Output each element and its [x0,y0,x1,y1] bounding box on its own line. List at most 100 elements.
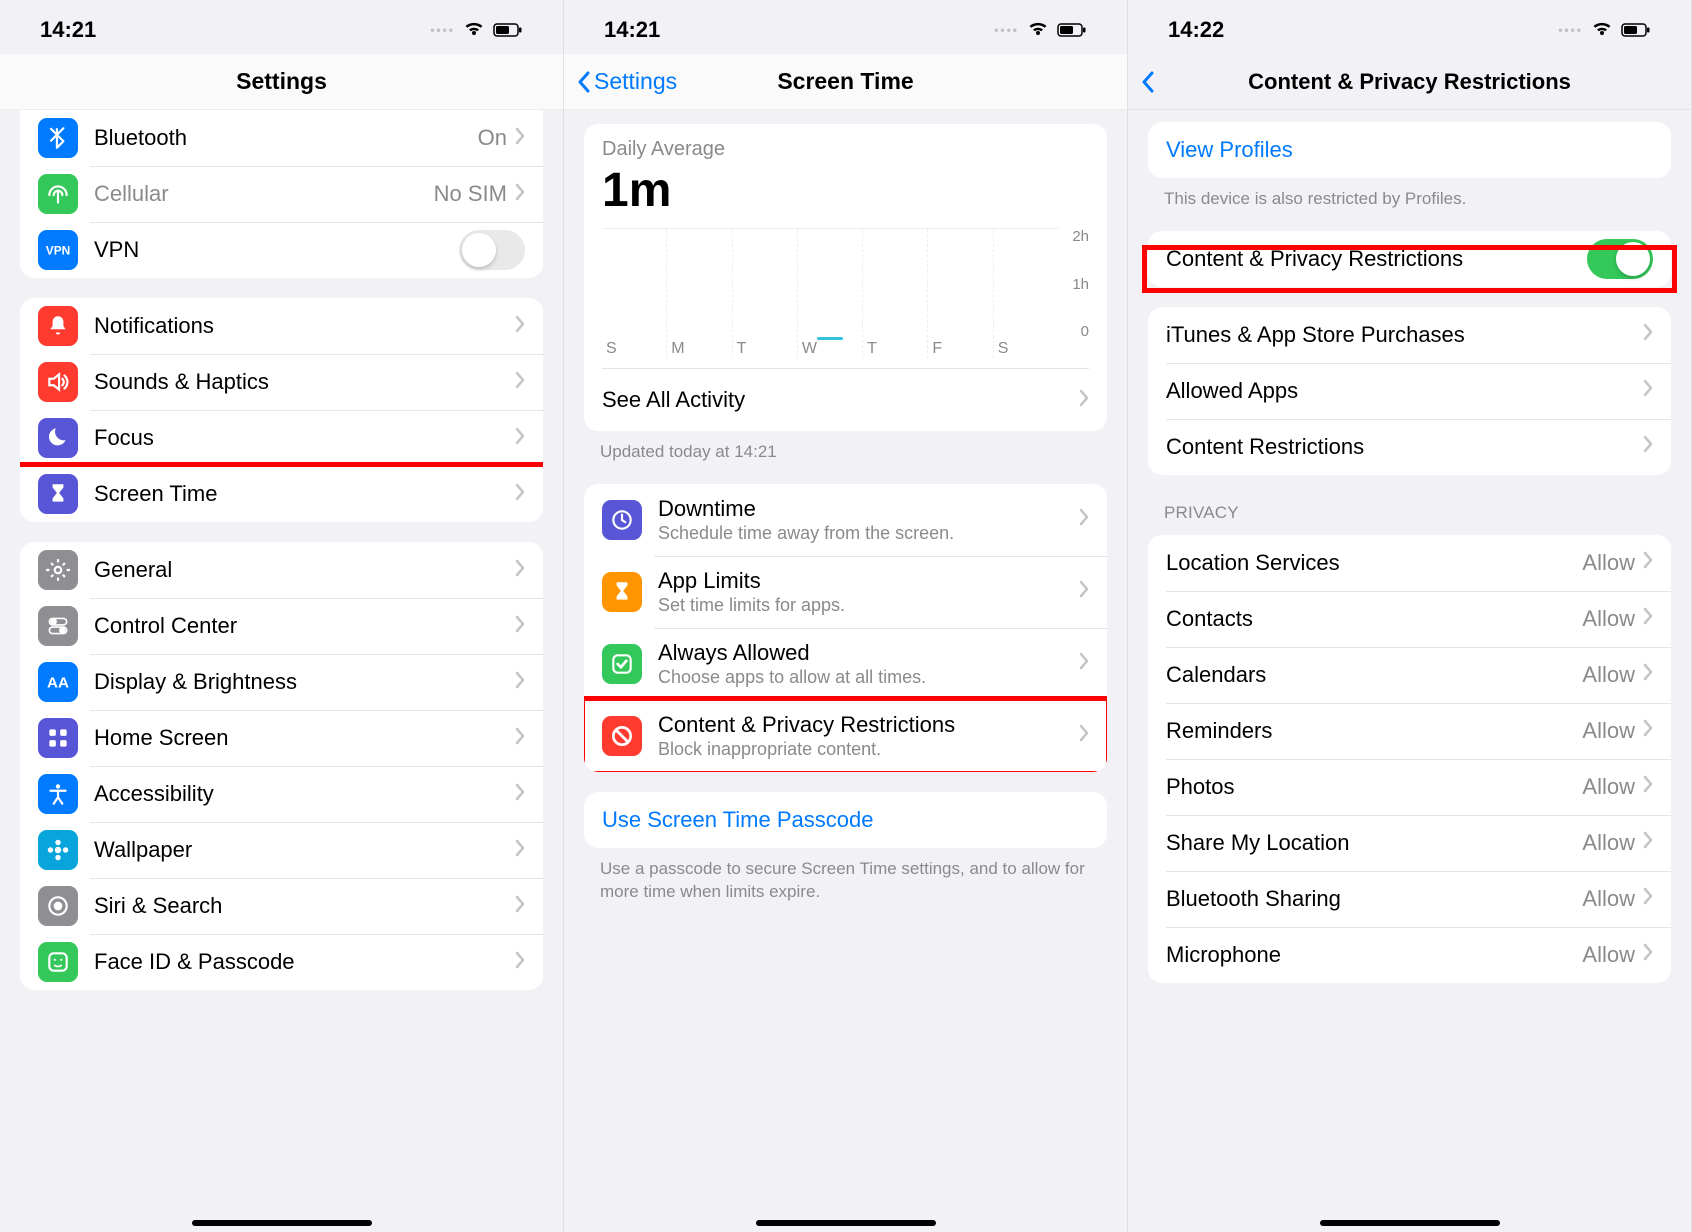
row-sub: Schedule time away from the screen. [658,523,1079,544]
chevron-right-icon [515,615,525,638]
cell-dots-icon: •••• [1558,23,1583,37]
settings-row-sounds-haptics[interactable]: Sounds & Haptics [20,354,543,410]
privacy-row-contacts[interactable]: ContactsAllow [1148,591,1671,647]
profiles-footer: This device is also restricted by Profil… [1164,188,1655,211]
battery-icon [1621,17,1651,43]
home-indicator[interactable] [1320,1220,1500,1226]
see-all-activity-row[interactable]: See All Activity [602,368,1089,431]
wifi-icon [1027,17,1049,43]
row-label: Focus [94,425,515,451]
settings-row-bluetooth[interactable]: BluetoothOn [20,110,543,166]
hourglass-icon [38,474,78,514]
chevron-right-icon [515,127,525,150]
view-profiles-row[interactable]: View Profiles [1148,122,1671,178]
back-button[interactable]: Settings [576,68,677,95]
row-label: iTunes & App Store Purchases [1166,322,1643,348]
home-indicator[interactable] [756,1220,936,1226]
chevron-right-icon [1643,323,1653,346]
settings-row-vpn[interactable]: VPNVPN [20,222,543,278]
settings-row-control-center[interactable]: Control Center [20,598,543,654]
row-label: Microphone [1166,942,1582,968]
nav-bar: Settings Screen Time [564,54,1127,110]
row-detail: Allow [1582,550,1635,576]
row-label: Contacts [1166,606,1582,632]
chart-x-label: T [863,340,928,358]
row-label: Bluetooth [94,125,478,151]
aa-icon: AA [38,662,78,702]
row-label: Share My Location [1166,830,1582,856]
row-content-restrictions[interactable]: Content Restrictions [1148,419,1671,475]
row-label: Siri & Search [94,893,515,919]
chevron-right-icon [1079,508,1089,531]
usage-chart[interactable]: 2h1h0 SMTWTFS [602,228,1089,358]
flower-icon [38,830,78,870]
avg-value: 1m [602,163,1089,218]
chevron-right-icon [515,951,525,974]
row-itunes-app-store-purchases[interactable]: iTunes & App Store Purchases [1148,307,1671,363]
updated-footer: Updated today at 14:21 [600,441,1091,464]
antenna-icon [38,174,78,214]
status-bar: 14:21 •••• [0,0,563,54]
grid-icon [38,718,78,758]
row-label: Downtime [658,496,1079,522]
settings-row-accessibility[interactable]: Accessibility [20,766,543,822]
privacy-row-calendars[interactable]: CalendarsAllow [1148,647,1671,703]
row-sub: Set time limits for apps. [658,595,1079,616]
back-button[interactable] [1140,70,1158,94]
gear-icon [38,550,78,590]
privacy-row-bluetooth-sharing[interactable]: Bluetooth SharingAllow [1148,871,1671,927]
privacy-row-photos[interactable]: PhotosAllow [1148,759,1671,815]
screen-settings: 14:21 •••• Settings BluetoothOnCellularN… [0,0,564,1232]
svg-text:VPN: VPN [46,243,70,257]
row-label: App Limits [658,568,1079,594]
svg-text:AA: AA [47,674,69,691]
chart-x-label: T [733,340,798,358]
settings-row-home-screen[interactable]: Home Screen [20,710,543,766]
row-allowed-apps[interactable]: Allowed Apps [1148,363,1671,419]
feature-row-always-allowed[interactable]: Always AllowedChoose apps to allow at al… [584,628,1107,700]
settings-row-general[interactable]: General [20,542,543,598]
chevron-right-icon [515,315,525,338]
settings-row-notifications[interactable]: Notifications [20,298,543,354]
row-detail: Allow [1582,662,1635,688]
chevron-right-icon [1643,887,1653,910]
home-indicator[interactable] [192,1220,372,1226]
chart-y-label: 0 [1059,323,1089,340]
back-label: Settings [594,68,677,95]
chevron-right-icon [515,183,525,206]
row-label: Content & Privacy Restrictions [658,712,1079,738]
settings-row-display-brightness[interactable]: AADisplay & Brightness [20,654,543,710]
settings-row-face-id-passcode[interactable]: Face ID & Passcode [20,934,543,990]
row-label: Calendars [1166,662,1582,688]
row-label: General [94,557,515,583]
accessibility-icon [38,774,78,814]
row-detail: No SIM [434,181,507,207]
status-time: 14:22 [1168,17,1224,43]
chevron-right-icon [1643,663,1653,686]
content-privacy-toggle-row[interactable]: Content & Privacy Restrictions [1148,231,1671,287]
privacy-row-microphone[interactable]: MicrophoneAllow [1148,927,1671,983]
use-passcode-label: Use Screen Time Passcode [602,807,1089,833]
status-bar: 14:22 •••• [1128,0,1691,54]
use-passcode-row[interactable]: Use Screen Time Passcode [584,792,1107,848]
feature-row-downtime[interactable]: DowntimeSchedule time away from the scre… [584,484,1107,556]
privacy-row-reminders[interactable]: RemindersAllow [1148,703,1671,759]
privacy-header: PRIVACY [1164,503,1655,523]
settings-row-wallpaper[interactable]: Wallpaper [20,822,543,878]
settings-row-cellular[interactable]: CellularNo SIM [20,166,543,222]
feature-row-app-limits[interactable]: App LimitsSet time limits for apps. [584,556,1107,628]
settings-row-focus[interactable]: Focus [20,410,543,466]
settings-row-screen-time[interactable]: Screen Time [20,466,543,522]
settings-row-siri-search[interactable]: Siri & Search [20,878,543,934]
row-label: Content Restrictions [1166,434,1643,460]
row-sub: Block inappropriate content. [658,739,1079,760]
feature-row-content-privacy-restrictions[interactable]: Content & Privacy RestrictionsBlock inap… [584,700,1107,772]
faceid-icon [38,942,78,982]
see-all-label: See All Activity [602,387,745,413]
content-privacy-toggle[interactable] [1587,239,1653,279]
privacy-row-share-my-location[interactable]: Share My LocationAllow [1148,815,1671,871]
cell-dots-icon: •••• [430,23,455,37]
status-time: 14:21 [40,17,96,43]
vpn-toggle[interactable] [459,230,525,270]
privacy-row-location-services[interactable]: Location ServicesAllow [1148,535,1671,591]
